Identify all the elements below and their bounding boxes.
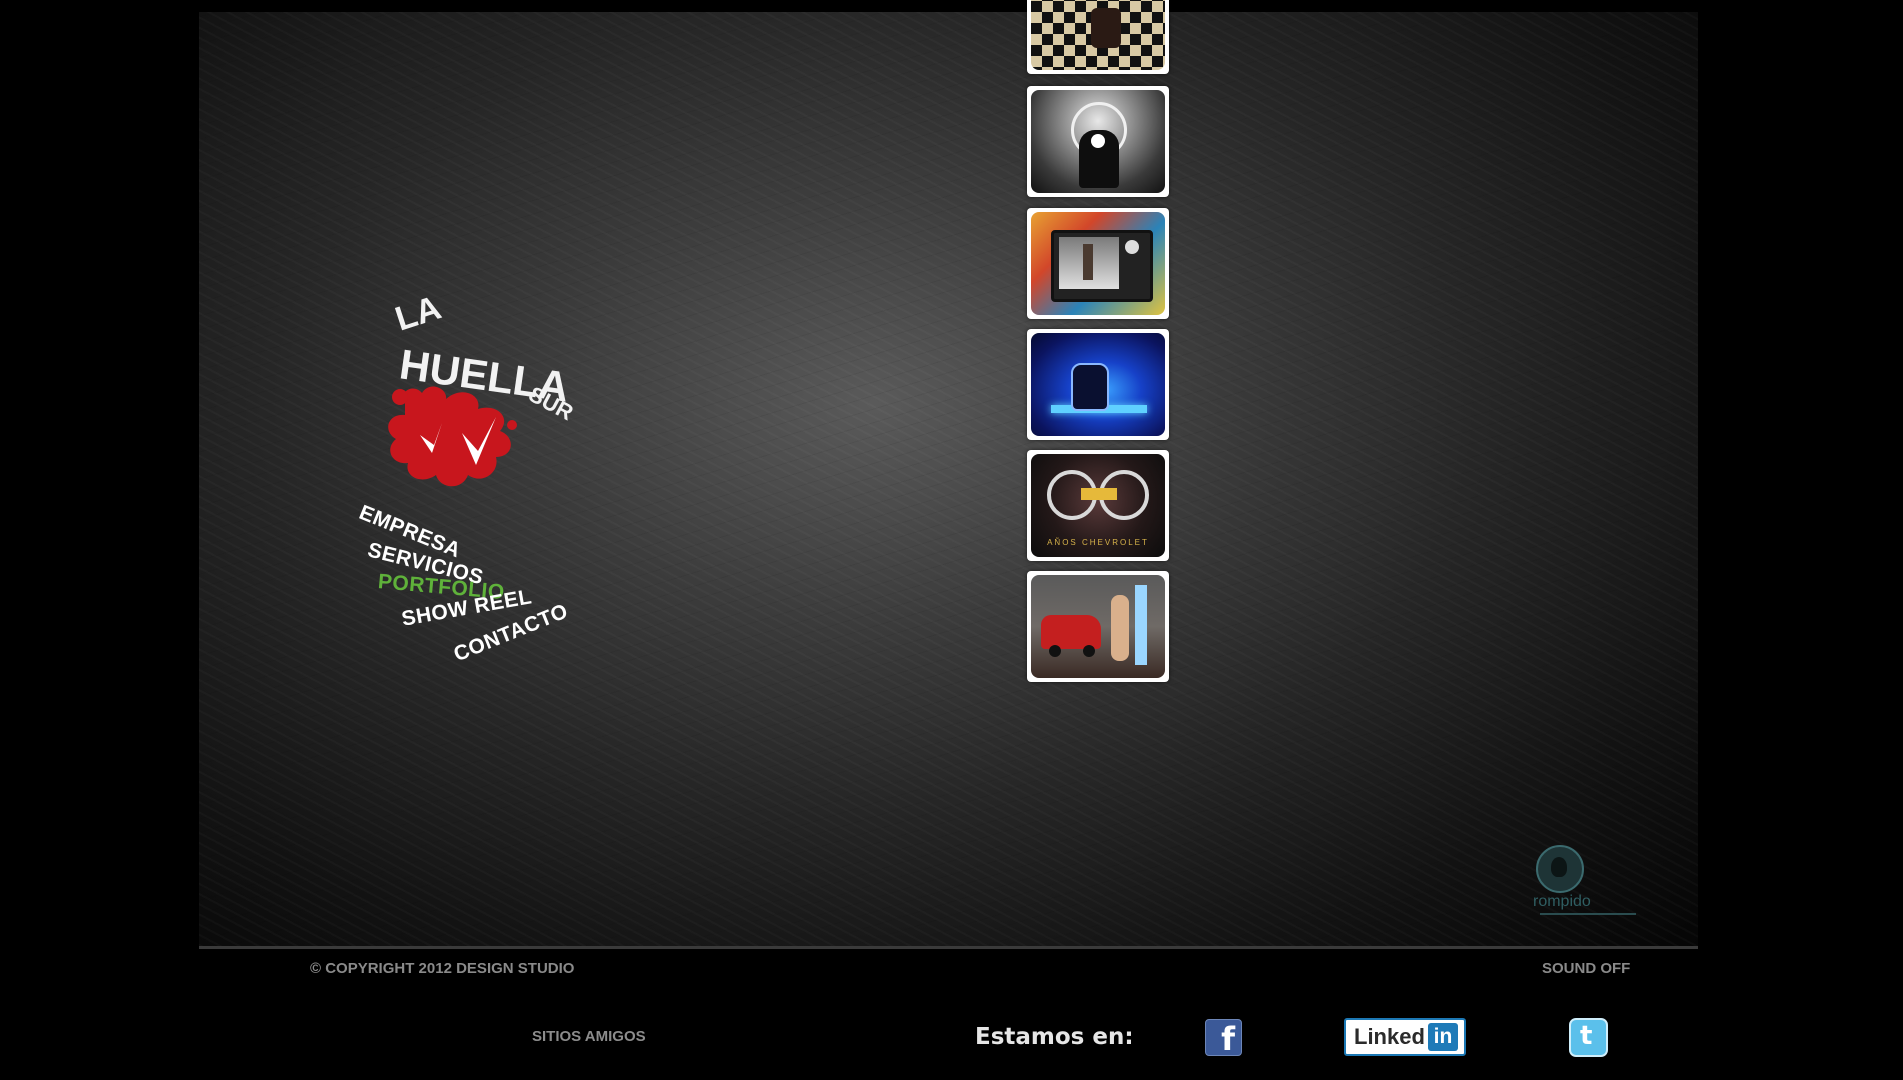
portfolio-thumb-1[interactable]: [1027, 0, 1169, 74]
linkedin-icon[interactable]: Linked in: [1344, 1018, 1466, 1056]
thumb-4-image: [1031, 333, 1165, 436]
copyright-text: © COPYRIGHT 2012 DESIGN STUDIO: [310, 960, 575, 977]
splat-icon: [388, 386, 517, 487]
thumb-5-caption: AÑOS CHEVROLET: [1047, 538, 1149, 547]
sitios-amigos-link[interactable]: SITIOS AMIGOS: [532, 1028, 646, 1045]
logo-graphic: LA HUELLA SUR: [388, 288, 578, 487]
logo-line-la: LA: [391, 288, 446, 338]
portfolio-thumb-6[interactable]: [1027, 571, 1169, 682]
linkedin-in-badge: in: [1428, 1023, 1458, 1051]
footer-divider: [199, 946, 1698, 949]
thumb-6-image: [1031, 575, 1165, 678]
credit-underline: [1540, 913, 1636, 915]
thumb-3-image: [1031, 212, 1165, 315]
facebook-icon[interactable]: f: [1205, 1019, 1242, 1058]
thumb-1-image: [1031, 0, 1165, 70]
portfolio-thumb-3[interactable]: [1027, 208, 1169, 319]
estamos-label: Estamos en:: [975, 1024, 1134, 1050]
portfolio-thumb-5[interactable]: AÑOS CHEVROLET: [1027, 450, 1169, 561]
thumb-5-image: AÑOS CHEVROLET: [1031, 454, 1165, 557]
thumb-2-image: [1031, 90, 1165, 193]
credit-name: rompido: [1533, 893, 1591, 910]
credit-badge[interactable]: rompido: [1530, 845, 1640, 925]
site-logo[interactable]: LA HUELLA SUR: [370, 285, 610, 525]
credit-avatar-icon: [1536, 845, 1584, 893]
facebook-glyph: f: [1221, 1020, 1235, 1058]
sound-toggle[interactable]: SOUND OFF: [1542, 960, 1630, 977]
twitter-glyph: t: [1580, 1021, 1593, 1051]
twitter-icon[interactable]: t: [1569, 1018, 1608, 1057]
linkedin-text: Linked: [1354, 1024, 1425, 1049]
portfolio-thumb-2[interactable]: [1027, 86, 1169, 197]
portfolio-thumb-4[interactable]: [1027, 329, 1169, 440]
